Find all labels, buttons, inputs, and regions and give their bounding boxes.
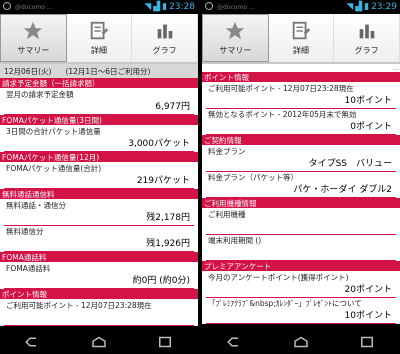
item-label: 無効となるポイント - 2012年05月末で無効 (208, 110, 357, 119)
status-notification: @docomo ... (15, 3, 53, 11)
left-screen: @docomo ... ◥ ▟ ▮ 23:28 サマリー 詳細 グラフ 12月06日(火) (12… (0, 0, 198, 354)
item-label: ご利用可能ポイント - 12月07日23:28現在 (6, 301, 152, 310)
nav-bar (202, 332, 400, 354)
status-notification: @docomo ... (217, 3, 255, 11)
section-header: FOMAパケット通信量(3日間) (0, 115, 198, 126)
tab-bar: サマリー 詳細 グラフ (202, 14, 400, 64)
summary-date: 12月06日(火) (4, 66, 52, 76)
recent-apps-icon[interactable] (156, 334, 174, 353)
item-label: 今月のアンケートポイント(獲得ポイント) (208, 273, 349, 282)
wifi-icon: ◥ (346, 2, 354, 12)
item-divider (4, 325, 194, 326)
item-label: 無料通話・通信分 (6, 201, 66, 210)
item-value (202, 220, 400, 234)
battery-icon: ▮ (162, 2, 168, 12)
home-icon[interactable] (292, 334, 310, 353)
tab-details[interactable]: 詳細 (268, 14, 335, 62)
item-label: FOMA通話料 (6, 264, 51, 273)
section-header: 無料通話通信料 (0, 189, 198, 200)
item-label: 料金プラン (208, 147, 246, 156)
home-icon[interactable] (90, 334, 108, 353)
tab-summary[interactable]: サマリー (202, 14, 269, 62)
tab-bar: サマリー 詳細 グラフ (0, 14, 198, 64)
item-value: 10ポイント (344, 311, 392, 321)
tab-label: グラフ (354, 46, 379, 55)
item-label: 翌月の請求予定金額 (6, 90, 74, 99)
summary-content[interactable]: ... ポイント情報 ご利用可能ポイント - 12月07日23:28現在 10ポイント… (202, 64, 400, 324)
tab-label: サマリー (219, 46, 252, 55)
item-divider (206, 323, 396, 324)
date-row: 12月06日(火) (12月1日～6日ご利用分) (0, 64, 198, 78)
signal-icon: ▟ (355, 2, 363, 12)
item-label: ご利用機種 (208, 210, 246, 219)
item-value: 219パケット (136, 176, 190, 186)
summary-content[interactable]: 12月06日(火) (12月1日～6日ご利用分) 請求予定金額（一括請求額） 翌月の請… (0, 64, 198, 326)
item-value: 10ポイント (344, 96, 392, 106)
item-label: FOMAパケット通信量(合計) (6, 164, 102, 173)
section-header: プレミアアンケート (202, 261, 400, 272)
tab-graph[interactable]: グラフ (132, 14, 198, 62)
item-value: 約0円 (約0分) (132, 276, 190, 286)
item-value: パケ・ホーダイ ダブル2 (293, 185, 392, 195)
section-header: ご利用機種情報 (202, 198, 400, 209)
status-right: ◥ ▟ ▮ 23:28 (144, 0, 195, 14)
tab-label: 詳細 (293, 46, 309, 55)
bar-chart-icon (154, 20, 176, 45)
right-screen: @docomo ... ◥ ▟ ▮ 23:29 サマリー 詳細 グラフ... ポイント情報 ご利用… (202, 0, 400, 354)
signal-icon: ▟ (153, 2, 161, 12)
item-value (202, 246, 400, 260)
item-label: 3日間の合計パケット通信量 (6, 127, 101, 136)
tab-label: グラフ (152, 46, 177, 55)
back-icon[interactable] (226, 334, 244, 353)
back-icon[interactable] (24, 334, 42, 353)
section-header: ご契約情報 (202, 135, 400, 146)
status-icons (3, 2, 11, 12)
item-value: 3,000パケット (128, 139, 190, 149)
section-header: FOMA通話料 (0, 252, 198, 263)
summary-date-range: (12月1日～6日ご利用分) (65, 66, 151, 76)
status-bar: @docomo ... ◥ ▟ ▮ 23:28 (0, 0, 198, 14)
item-label: 料金プラン（パケット等） (208, 173, 298, 182)
section-header: FOMAパケット通信量(12月) (0, 152, 198, 163)
item-label: 「ﾌﾟﾚﾐｱｸﾗﾌﾞ&nbsp;ｶﾚﾝﾀﾞｰ」ﾌﾟﾚｾﾞﾝﾄについて (208, 299, 362, 308)
tab-label: 詳細 (91, 46, 107, 55)
status-right: ◥ ▟ ▮ 23:29 (346, 0, 397, 14)
section-header: ポイント情報 (0, 289, 198, 300)
item-value: 0ポイント (350, 122, 392, 132)
clipped-text: ... (392, 64, 400, 72)
tab-details[interactable]: 詳細 (66, 14, 133, 62)
section-header: ポイント情報 (202, 72, 400, 83)
document-icon (88, 20, 110, 45)
tab-label: サマリー (17, 46, 50, 55)
status-time: 23:29 (371, 2, 397, 12)
item-value: 6,977円 (155, 102, 190, 112)
section-header: 請求予定金額（一括請求額） (0, 78, 198, 89)
item-value: 残1,926円 (146, 239, 190, 249)
item-value: 残2,178円 (146, 213, 190, 223)
star-icon (22, 20, 44, 45)
nav-bar (0, 332, 198, 354)
star-icon (224, 20, 246, 45)
bar-chart-icon (356, 20, 378, 45)
status-icons (205, 2, 213, 12)
item-value: 20ポイント (344, 285, 392, 295)
item-label: 無料通信分 (6, 227, 44, 236)
tab-summary[interactable]: サマリー (0, 14, 67, 62)
item-label: ご利用可能ポイント - 12月07日23:28現在 (208, 84, 354, 93)
item-value (0, 311, 198, 325)
tab-graph[interactable]: グラフ (334, 14, 400, 62)
battery-icon: ▮ (364, 2, 370, 12)
item-label: 端末利用期間 () (208, 236, 262, 245)
status-bar: @docomo ... ◥ ▟ ▮ 23:29 (202, 0, 400, 14)
item-value: タイプSS バリュー (308, 159, 392, 169)
status-time: 23:28 (169, 2, 195, 12)
wifi-icon: ◥ (144, 2, 152, 12)
document-icon (290, 20, 312, 45)
recent-apps-icon[interactable] (358, 334, 376, 353)
